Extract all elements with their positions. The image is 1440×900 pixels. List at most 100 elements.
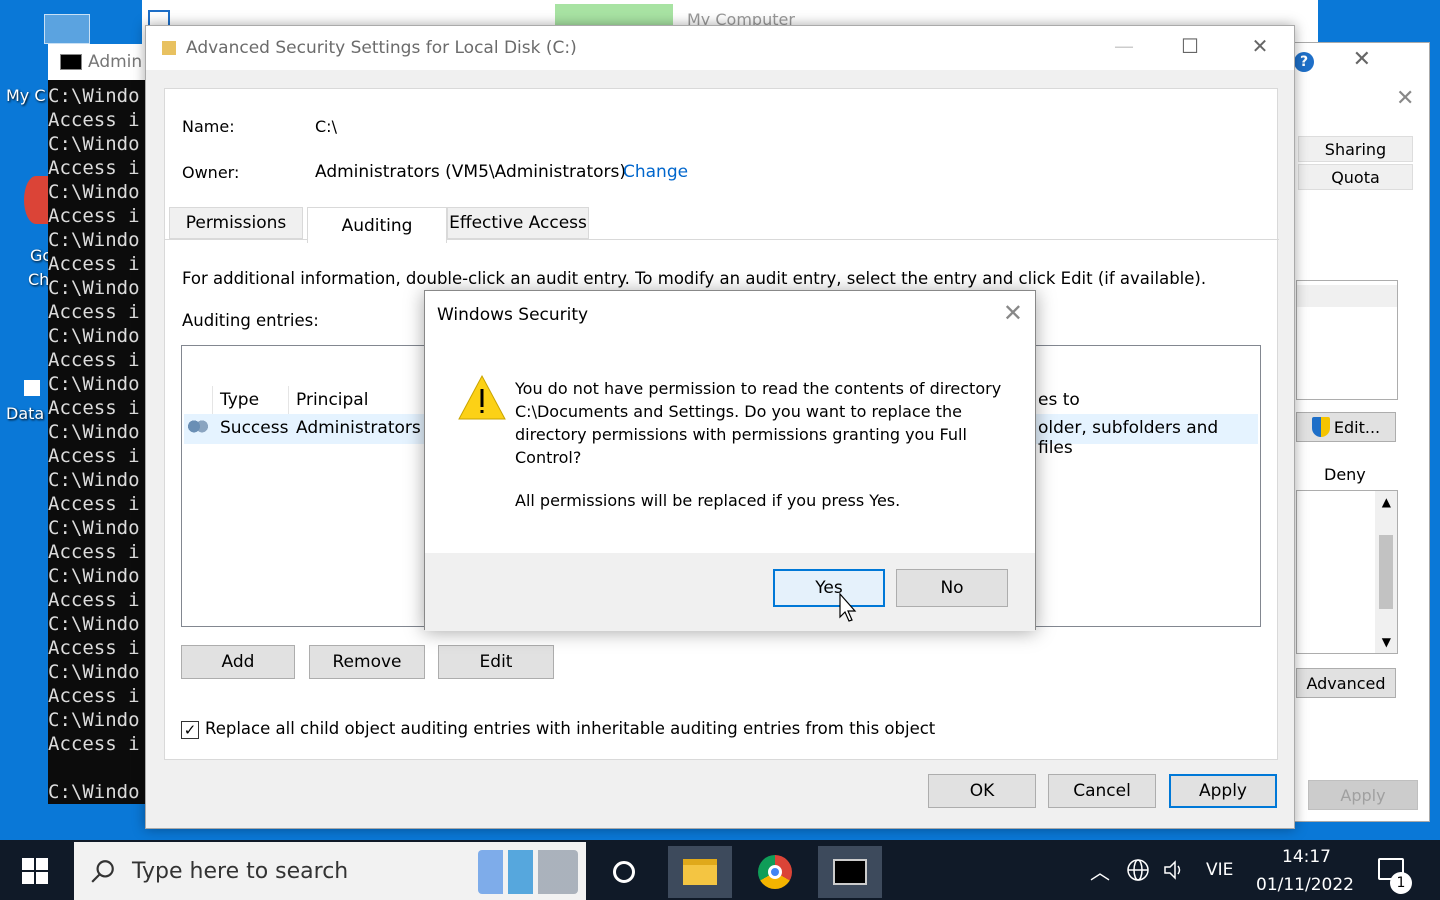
cmd-line: Access i	[48, 637, 140, 659]
help-icon[interactable]: ?	[1294, 52, 1314, 72]
cmd-line: Access i	[48, 349, 140, 371]
column-divider	[212, 386, 213, 414]
cmd-icon	[60, 54, 82, 70]
dialog-close-icon[interactable]: ✕	[1003, 299, 1023, 327]
desktop-label-data[interactable]: Data	[6, 404, 44, 423]
search-highlights-icon	[478, 850, 578, 894]
clock-time[interactable]: 14:17	[1282, 847, 1331, 867]
add-button[interactable]: Add	[181, 645, 295, 679]
ok-button[interactable]: OK	[928, 774, 1036, 808]
list-item[interactable]	[1297, 285, 1397, 307]
apply-button[interactable]: Apply	[1169, 774, 1277, 808]
taskbar-search-box[interactable]: Type here to search	[74, 842, 586, 900]
tab-auditing[interactable]: Auditing	[307, 207, 447, 243]
search-placeholder: Type here to search	[132, 858, 349, 884]
cmd-line: Access i	[48, 301, 140, 323]
cmd-output: C:\Windo Access i C:\Windo Access i C:\Windo…	[48, 84, 148, 804]
scroll-up-icon[interactable]: ▲	[1382, 495, 1391, 509]
cancel-button[interactable]: Cancel	[1048, 774, 1156, 808]
cmd-line: C:\Windo	[48, 373, 140, 395]
notification-badge: 1	[1390, 872, 1412, 894]
properties-edit-button[interactable]: Edit...	[1296, 412, 1396, 442]
cmd-taskbar-icon[interactable]	[818, 846, 882, 898]
desktop-icon-mycomputer[interactable]	[44, 14, 90, 44]
chrome-shortcut-icon[interactable]	[24, 176, 48, 224]
column-type[interactable]: Type	[220, 390, 259, 410]
yes-button[interactable]: Yes	[773, 569, 885, 607]
desktop-label-mycomputer[interactable]: My C	[6, 86, 46, 105]
cmd-line: C:\Windo	[48, 781, 140, 803]
folder-icon	[162, 41, 176, 55]
cmd-line: C:\Windo	[48, 181, 140, 203]
cmd-line: C:\Windo	[48, 325, 140, 347]
cmd-line: Access i	[48, 205, 140, 227]
properties-apply-button[interactable]: Apply	[1308, 780, 1418, 810]
language-indicator[interactable]: VIE	[1206, 860, 1233, 880]
cmd-line	[48, 756, 148, 780]
edit-button[interactable]: Edit	[438, 645, 554, 679]
tab-quota[interactable]: Quota	[1298, 164, 1413, 190]
search-icon	[91, 860, 114, 883]
windows-start-icon[interactable]	[22, 858, 48, 884]
cmd-line: C:\Windo	[48, 421, 140, 443]
scroll-down-icon[interactable]: ▼	[1382, 635, 1391, 649]
dialog-message: You do not have permission to read the c…	[515, 379, 1002, 467]
windows-security-dialog[interactable]: Windows Security ✕ You do not have permi…	[424, 290, 1036, 631]
clock-date[interactable]: 01/11/2022	[1256, 875, 1354, 895]
properties-inner-close-icon[interactable]: ✕	[1396, 86, 1414, 111]
properties-object-list[interactable]	[1296, 280, 1398, 400]
row-type: Success	[220, 418, 289, 438]
cmd-line: Access i	[48, 397, 140, 419]
row-principal: Administrators (V	[296, 418, 445, 438]
cmd-line: C:\Windo	[48, 565, 140, 587]
column-principal[interactable]: Principal	[296, 390, 368, 410]
column-applies-to[interactable]: es to	[1038, 390, 1080, 410]
cmd-titlebar[interactable]: Admin	[48, 44, 158, 80]
cmd-line: Access i	[48, 541, 140, 563]
advanced-security-title: Advanced Security Settings for Local Dis…	[186, 38, 577, 58]
name-label: Name:	[182, 117, 235, 136]
properties-advanced-button[interactable]: Advanced	[1296, 668, 1396, 698]
info-text: For additional information, double-click…	[182, 269, 1207, 288]
name-value: C:\	[315, 117, 337, 136]
tab-permissions[interactable]: Permissions	[169, 207, 303, 239]
cmd-line: C:\Windo	[48, 133, 140, 155]
change-owner-link[interactable]: Change	[623, 162, 688, 182]
replace-child-checkbox[interactable]: ✓	[181, 721, 199, 739]
volume-icon[interactable]	[1162, 858, 1186, 882]
cmd-line: C:\Windo	[48, 613, 140, 635]
desktop-label-chrome-2[interactable]: Ch	[28, 270, 49, 289]
cmd-line: C:\Windo	[48, 229, 140, 251]
file-explorer-taskbar-icon[interactable]	[668, 846, 732, 898]
tray-chevron-icon[interactable]: ︿	[1090, 856, 1110, 885]
cmd-line: C:\Windo	[48, 709, 140, 731]
cmd-line: Access i	[48, 589, 140, 611]
scroll-thumb[interactable]	[1379, 535, 1393, 609]
cmd-line: Access i	[48, 157, 140, 179]
cortana-icon[interactable]	[592, 846, 656, 898]
minimize-icon[interactable]: —	[1104, 34, 1144, 58]
data-shortcut-icon[interactable]	[24, 380, 40, 396]
tab-sharing[interactable]: Sharing	[1298, 136, 1413, 162]
remove-button[interactable]: Remove	[309, 645, 425, 679]
dialog-title: Windows Security	[437, 305, 589, 325]
shield-icon	[1311, 417, 1330, 437]
close-icon[interactable]: ✕	[1240, 34, 1280, 58]
cmd-line: C:\Windo	[48, 277, 140, 299]
network-globe-icon[interactable]	[1126, 858, 1150, 882]
cmd-line: Access i	[48, 733, 140, 755]
properties-close-icon[interactable]: ✕	[1353, 47, 1371, 72]
replace-child-label[interactable]: Replace all child object auditing entrie…	[205, 719, 935, 738]
maximize-icon[interactable]: ☐	[1170, 34, 1210, 58]
properties-edit-label: Edit...	[1333, 417, 1381, 437]
owner-label: Owner:	[182, 163, 240, 182]
warning-icon	[458, 374, 506, 420]
dialog-note: All permissions will be replaced if you …	[515, 491, 901, 510]
mouse-cursor-icon	[839, 593, 857, 622]
cmd-line: Access i	[48, 445, 140, 467]
permission-list[interactable]: ▲ ▼	[1296, 490, 1398, 654]
no-button[interactable]: No	[896, 569, 1008, 607]
column-divider	[288, 386, 289, 414]
tab-effective-access[interactable]: Effective Access	[447, 207, 589, 239]
chrome-taskbar-icon[interactable]	[743, 846, 807, 898]
